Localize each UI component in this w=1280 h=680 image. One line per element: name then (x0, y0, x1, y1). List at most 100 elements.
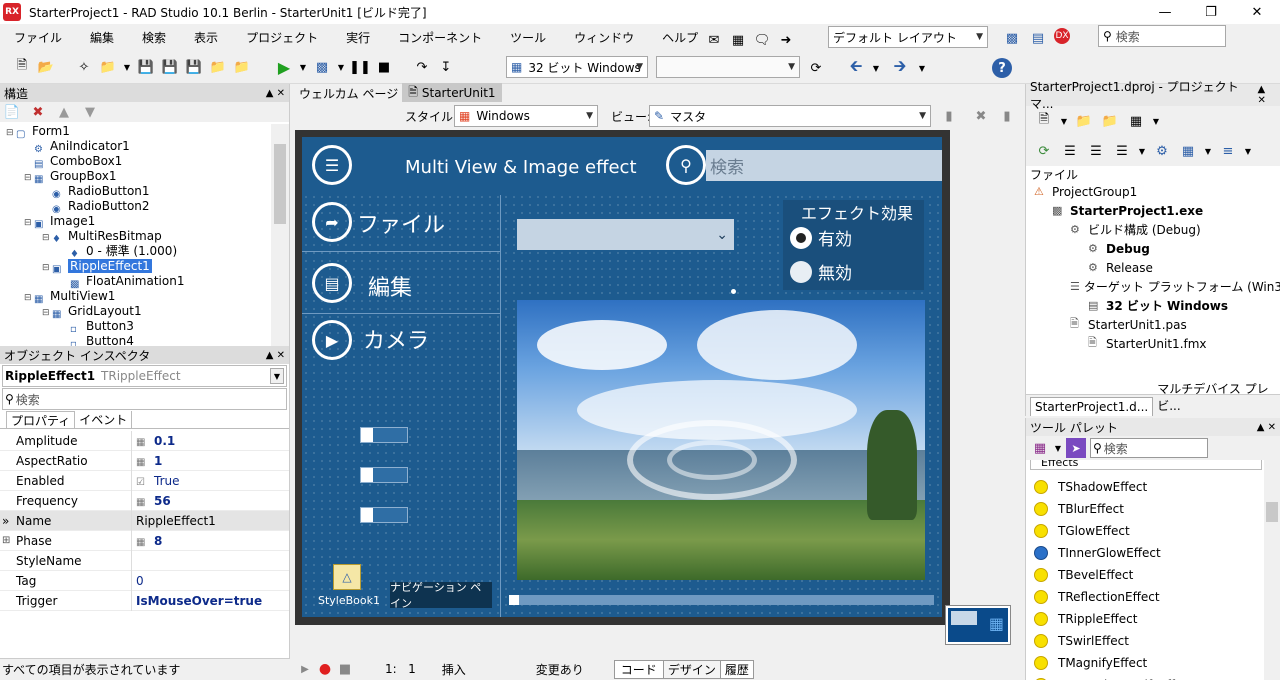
mail-icon[interactable]: ✉ (704, 30, 724, 50)
nav-file[interactable]: ファイル (357, 207, 445, 239)
view-option-icon[interactable]: ▮ (939, 106, 959, 126)
delete-component-icon[interactable]: ✖ (28, 102, 48, 122)
style-combo[interactable]: ▦ Windows ▼ (454, 105, 598, 127)
palette-item[interactable]: TInnerGlowEffect (1026, 542, 1280, 564)
palette-category-icon[interactable]: ▦ (1030, 438, 1050, 458)
record-macro-icon[interactable]: ● (315, 659, 335, 679)
structure-item[interactable]: ♦ 0 - 標準 (1.000) (0, 244, 272, 260)
progress-track[interactable] (509, 595, 934, 605)
nav-pane-button[interactable]: ナビゲーション ペイン (390, 581, 492, 610)
trace-into-icon[interactable]: ↧ (436, 57, 456, 77)
new-file-icon[interactable]: 🗎 (12, 57, 32, 77)
build-config-icon[interactable]: ▦ (1178, 141, 1198, 161)
add-icon[interactable]: 📁 (1074, 111, 1094, 131)
add-component-icon[interactable]: 📄 (2, 102, 22, 122)
structure-item[interactable]: ⊟ ▦ GridLayout1 (0, 304, 272, 320)
step-over-icon[interactable]: ↷ (412, 57, 432, 77)
menu-item-5[interactable]: 実行 (332, 29, 384, 46)
project-tree-item[interactable]: ▤ 32 ビット Windows (1030, 296, 1280, 315)
menu-item-4[interactable]: プロジェクト (232, 29, 332, 46)
desktop-icon[interactable]: ▤ (1028, 28, 1048, 48)
nav-camera[interactable]: カメラ (363, 323, 429, 355)
share-icon[interactable]: ➦ (312, 202, 352, 242)
play-macro-icon[interactable]: ▶ (295, 659, 315, 679)
layout-combo[interactable]: デフォルト レイアウト ▼ (828, 26, 988, 48)
pin-close-icons[interactable]: ▲ ✕ (1257, 84, 1280, 106)
view-icon[interactable]: ▦ (1126, 111, 1146, 131)
structure-item[interactable]: ◉ RadioButton2 (0, 199, 272, 215)
structure-item[interactable]: ⊟ ▢ Form1 (0, 124, 272, 140)
inspector-search-input[interactable]: ⚲ 検索 (2, 388, 287, 410)
deploy-icon[interactable]: ≡ (1218, 141, 1238, 161)
move-up-icon[interactable]: ▲ (54, 102, 74, 122)
switch-3[interactable] (360, 507, 408, 523)
tab-welcome-page[interactable]: ウェルカム ページ (295, 85, 402, 102)
palette-item[interactable]: TSwirlEffect (1026, 630, 1280, 652)
add-to-project-icon[interactable]: 📁 (208, 57, 228, 77)
view-settings-icon[interactable]: ▮ (997, 106, 1017, 126)
dropdown-arrow-icon[interactable]: ▼ (1060, 111, 1068, 131)
app-form-preview[interactable]: ☰ Multi View & Image effect ⚲ 検索 ➦ ファイル … (302, 137, 942, 617)
stop-macro-icon[interactable]: ■ (335, 659, 355, 679)
dropdown-arrow-icon[interactable]: ▼ (1138, 141, 1146, 161)
property-row[interactable]: Frequency ▦ 56 (0, 490, 289, 511)
tab-events[interactable]: イベント (75, 411, 133, 428)
palette-item[interactable]: TMagnifyEffect (1026, 652, 1280, 674)
dropdown-arrow-icon[interactable]: ▼ (866, 58, 886, 78)
tab-multidevice-preview[interactable]: マルチデバイス プレビ... (1153, 378, 1280, 416)
cursor-icon[interactable]: ➤ (1066, 438, 1086, 458)
tab-design[interactable]: デザイン (663, 660, 721, 678)
close-icon[interactable]: ✕ (1234, 0, 1280, 24)
dropdown-arrow-icon[interactable]: ▼ (1152, 111, 1160, 131)
palette-item[interactable]: TBevelEffect (1026, 564, 1280, 586)
save-icon[interactable]: 💾 (136, 57, 156, 77)
view-combo[interactable]: ✎ マスタ ▼ (649, 105, 931, 127)
open-icon[interactable]: 📁 (98, 57, 118, 77)
structure-item[interactable]: ⊟ ▣ RippleEffect1 (0, 259, 272, 275)
progress-thumb[interactable] (509, 595, 519, 605)
menu-item-9[interactable]: ヘルプ (648, 29, 712, 46)
restore-icon[interactable]: ❐ (1188, 0, 1234, 24)
platform-combo[interactable]: ▦ 32 ビット Windows ▼ (506, 56, 648, 78)
calendar-icon[interactable]: ▦ (728, 30, 748, 50)
structure-scrollbar[interactable] (271, 124, 289, 346)
menu-item-8[interactable]: ウィンドウ (560, 29, 648, 46)
ide-search-input[interactable]: ⚲ 検索 (1098, 25, 1226, 47)
camera-icon[interactable]: ▶ (312, 320, 352, 360)
open-project-icon[interactable]: 📂 (36, 57, 56, 77)
save-all-icon[interactable]: 💾 (160, 57, 180, 77)
save-layout-icon[interactable]: ▩ (1002, 28, 1022, 48)
app-combobox[interactable]: ⌄ (517, 219, 734, 250)
tab-history[interactable]: 履歴 (721, 661, 753, 678)
note-icon[interactable]: ▤ (312, 263, 352, 303)
inspector-object-selector[interactable]: RippleEffect1 TRippleEffect ▼ (2, 365, 287, 387)
structure-item[interactable]: ⊟ ▦ GroupBox1 (0, 169, 272, 185)
dx-icon[interactable]: DX (1054, 28, 1070, 44)
menu-item-1[interactable]: 編集 (76, 29, 128, 46)
property-row[interactable]: StyleName (0, 550, 289, 571)
property-row[interactable]: ⊞ Phase ▦ 8 (0, 530, 289, 551)
project-tree-item[interactable]: 🗎 StarterUnit1.pas (1030, 315, 1280, 334)
close-file-icon[interactable]: 💾 (184, 57, 204, 77)
pin-close-icons[interactable]: ▲ ✕ (266, 350, 289, 361)
structure-item[interactable]: ▫ Button4 (0, 334, 272, 346)
refresh-icon[interactable]: ⟳ (806, 58, 826, 78)
new-project-icon[interactable]: 🗎 (1034, 111, 1054, 131)
new-item-icon[interactable]: ✧ (74, 57, 94, 77)
property-row[interactable]: Trigger IsMouseOver=true (0, 590, 289, 611)
project-tree-item[interactable]: ▩ StarterProject1.exe (1030, 201, 1280, 220)
help-chat-icon[interactable]: 🗨 (752, 30, 772, 50)
radio-disabled[interactable]: 無効 (790, 259, 852, 284)
delete-view-icon[interactable]: ✖ (971, 106, 991, 126)
app-search-input[interactable]: 検索 (706, 150, 942, 181)
pause-icon[interactable]: ❚❚ (349, 57, 371, 77)
property-row[interactable]: AspectRatio ▦ 1 (0, 450, 289, 471)
radio-enabled[interactable]: 有効 (790, 225, 852, 250)
list-icon[interactable]: ☰ (1112, 141, 1132, 161)
property-row[interactable]: Amplitude ▦ 0.1 (0, 430, 289, 451)
tab-code[interactable]: コード (615, 660, 664, 678)
run-without-debug-icon[interactable]: ▩ (312, 57, 332, 77)
project-tree-item[interactable]: ☰ ターゲット プラットフォーム (Win32) (1030, 277, 1280, 296)
collapse-icon[interactable]: ☰ (1060, 141, 1080, 161)
configuration-combo[interactable]: ▼ (656, 56, 800, 78)
